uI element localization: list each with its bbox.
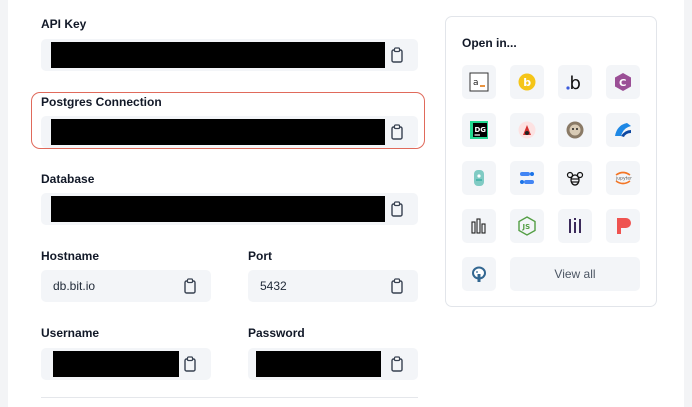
postgres-app-tile[interactable] (462, 257, 496, 291)
metabase-icon (569, 218, 581, 233)
parabola-app-tile[interactable] (606, 209, 640, 243)
redacted-value (51, 119, 385, 145)
database-label: Database (41, 172, 95, 186)
port-field[interactable]: 5432 (248, 270, 418, 302)
svg-text:a: a (473, 78, 479, 88)
dbeaver-icon (615, 123, 631, 137)
bit-io-app-tile[interactable]: b (558, 65, 592, 99)
beaver-icon (566, 121, 584, 139)
nodejs-icon: JS (518, 216, 536, 236)
copy-icon[interactable] (391, 47, 407, 63)
redacted-value (53, 351, 179, 377)
jupyter-icon: jupyter (615, 171, 632, 185)
view-all-button[interactable]: View all (510, 257, 640, 291)
port-value: 5432 (260, 279, 287, 293)
postgres-elephant-icon (472, 266, 486, 282)
left-gutter (0, 0, 8, 407)
datastudio-icon (520, 172, 534, 184)
bee-app-tile[interactable] (558, 161, 592, 195)
right-gutter (684, 0, 692, 407)
jupyter-app-tile[interactable]: jupyter (606, 161, 640, 195)
svg-text:b: b (523, 76, 531, 89)
datagrip-app-tile[interactable]: DG (462, 113, 496, 147)
hostname-label: Hostname (41, 249, 100, 263)
svg-text:b: b (570, 73, 581, 92)
svg-text:DG: DG (475, 126, 487, 134)
username-field[interactable] (41, 348, 211, 380)
redacted-value (256, 351, 381, 377)
copy-icon[interactable] (184, 278, 200, 294)
bit-io-icon: b (566, 73, 581, 92)
redacted-value (51, 196, 385, 222)
csharp-app-tile[interactable]: C (606, 65, 640, 99)
bit-coin-app-tile[interactable]: b (510, 65, 544, 99)
amazon-app-tile[interactable]: a (462, 65, 496, 99)
hostname-value: db.bit.io (53, 279, 96, 293)
dbeaver-app-tile[interactable] (606, 113, 640, 147)
parabola-icon (617, 218, 631, 234)
password-label: Password (248, 326, 305, 340)
svg-text:jupyter: jupyter (615, 176, 632, 182)
password-field[interactable] (248, 348, 418, 380)
port-label: Port (248, 249, 272, 263)
postgres-connection-field[interactable] (41, 116, 418, 148)
copy-icon[interactable] (391, 356, 407, 372)
username-label: Username (41, 326, 100, 340)
postgres-connection-label: Postgres Connection (41, 95, 162, 109)
scorpion-icon (518, 121, 536, 139)
redacted-value (51, 42, 385, 68)
divider (41, 397, 418, 398)
copy-icon[interactable] (391, 278, 407, 294)
fishbowl-app-tile[interactable] (462, 161, 496, 195)
bee-icon (566, 171, 584, 186)
copy-icon[interactable] (184, 356, 200, 372)
fishbowl-icon (474, 170, 484, 186)
datagrip-icon: DG (470, 121, 488, 139)
scorpion-app-tile[interactable] (510, 113, 544, 147)
copy-icon[interactable] (391, 201, 407, 217)
nodejs-app-tile[interactable]: JS (510, 209, 544, 243)
beaver-app-tile[interactable] (558, 113, 592, 147)
google-datastudio-app-tile[interactable] (510, 161, 544, 195)
amazon-icon: a (469, 72, 489, 92)
powerbi-icon (471, 218, 486, 234)
hostname-field[interactable]: db.bit.io (41, 270, 211, 302)
csharp-icon: C (615, 73, 631, 91)
api-key-label: API Key (41, 17, 87, 31)
bit-coin-icon: b (518, 73, 536, 91)
database-field[interactable] (41, 193, 418, 225)
api-key-field[interactable] (41, 39, 418, 71)
open-in-title: Open in... (462, 36, 517, 50)
metabase-app-tile[interactable] (558, 209, 592, 243)
powerbi-app-tile[interactable] (462, 209, 496, 243)
svg-text:JS: JS (522, 223, 531, 231)
copy-icon[interactable] (391, 124, 407, 140)
svg-text:C: C (619, 78, 626, 89)
